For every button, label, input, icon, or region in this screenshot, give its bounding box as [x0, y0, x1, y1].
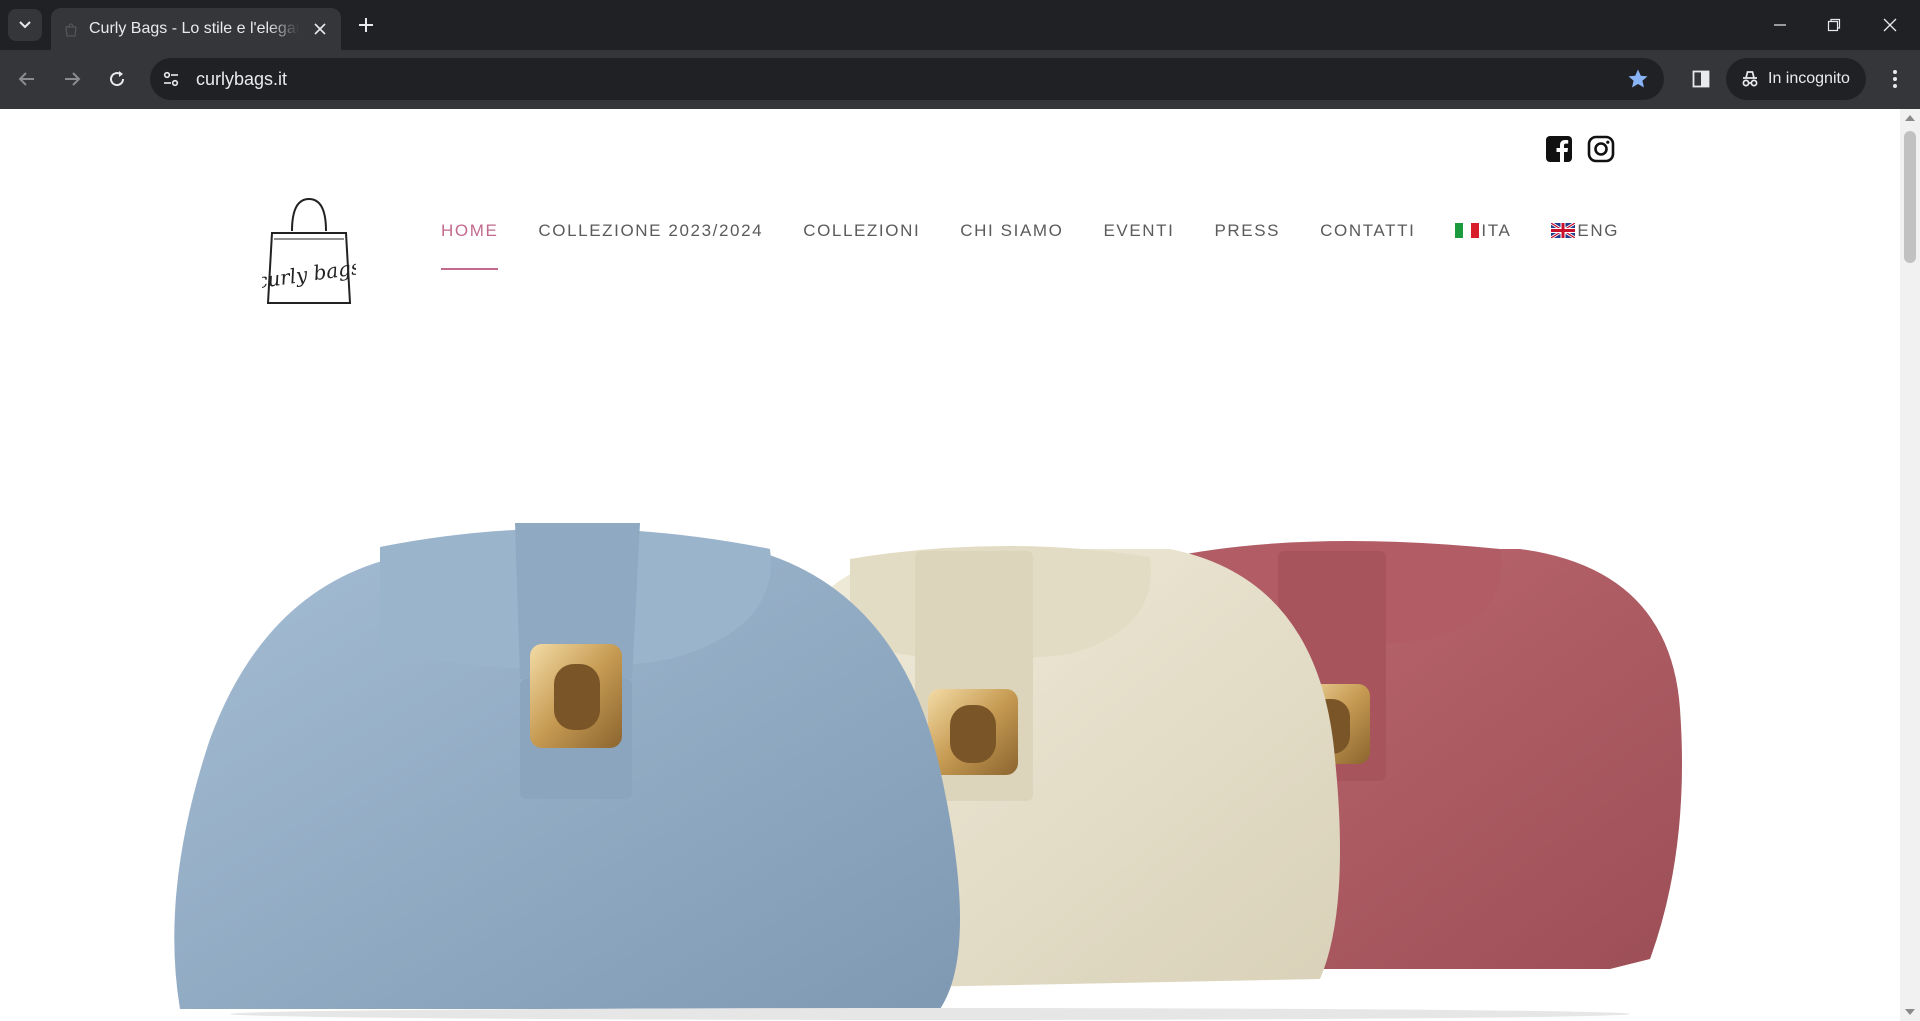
page-scrollbar[interactable] [1900, 109, 1920, 1021]
browser-toolbar: curlybags.it In incognito [0, 50, 1920, 109]
site-info-icon[interactable] [160, 68, 182, 90]
hero-image-bags [174, 523, 1682, 1020]
nav-contatti[interactable]: CONTATTI [1320, 221, 1415, 241]
main-navigation: HOME COLLEZIONE 2023/2024 COLLEZIONI CHI… [441, 221, 1659, 270]
incognito-icon [1742, 71, 1758, 87]
nav-language-eng[interactable]: ENG [1551, 221, 1619, 241]
nav-home[interactable]: HOME [441, 221, 499, 270]
web-page: curly bags HOME COLLEZIONE 2023/2024 COL… [0, 109, 1900, 1021]
logo-text: curly bags [262, 255, 356, 293]
nav-chi-siamo[interactable]: CHI SIAMO [960, 221, 1063, 241]
kebab-menu-icon [1893, 70, 1897, 88]
address-bar[interactable]: curlybags.it [150, 58, 1664, 100]
reload-icon [110, 71, 125, 87]
tab-search-button[interactable] [8, 9, 42, 41]
facebook-icon [1546, 136, 1572, 162]
side-panel-icon [1692, 70, 1710, 88]
restore-icon [1827, 18, 1841, 32]
close-icon [1883, 18, 1897, 32]
nav-collezione-2023-2024[interactable]: COLLEZIONE 2023/2024 [538, 221, 763, 241]
scroll-up-arrow-icon[interactable] [1905, 115, 1915, 121]
new-tab-button[interactable] [354, 13, 378, 37]
incognito-label: In incognito [1768, 70, 1850, 87]
plus-icon [359, 18, 373, 32]
minimize-icon [1774, 24, 1786, 26]
arrow-left-icon [18, 72, 34, 86]
instagram-link[interactable] [1587, 135, 1615, 163]
incognito-indicator[interactable]: In incognito [1726, 58, 1866, 100]
reload-button[interactable] [100, 62, 134, 96]
site-logo[interactable]: curly bags [255, 191, 362, 309]
back-button[interactable] [10, 62, 44, 96]
browser-menu-button[interactable] [1878, 62, 1912, 96]
close-tab-icon[interactable] [311, 20, 329, 38]
side-panel-button[interactable] [1684, 62, 1718, 96]
uk-flag-icon [1551, 223, 1576, 238]
url-text: curlybags.it [196, 69, 288, 89]
arrow-right-icon [65, 72, 81, 86]
instagram-icon [1587, 135, 1615, 163]
facebook-link[interactable] [1545, 135, 1573, 163]
forward-button[interactable] [55, 62, 89, 96]
chevron-down-icon [19, 21, 31, 29]
close-window-button[interactable] [1862, 0, 1918, 50]
nav-language-ita[interactable]: ITA [1455, 221, 1511, 241]
minimize-button[interactable] [1752, 0, 1808, 50]
scroll-down-arrow-icon[interactable] [1905, 1009, 1915, 1015]
bookmark-star-icon[interactable] [1626, 67, 1650, 91]
blue-bag [174, 523, 961, 1009]
italy-flag-icon [1455, 223, 1480, 238]
browser-tab-strip: Curly Bags - Lo stile e l'eleganza [0, 0, 1920, 50]
scrollbar-thumb[interactable] [1904, 131, 1916, 263]
tab-title: Curly Bags - Lo stile e l'eleganza [89, 20, 299, 37]
nav-press[interactable]: PRESS [1214, 221, 1280, 241]
nav-collezioni[interactable]: COLLEZIONI [803, 221, 920, 241]
nav-eventi[interactable]: EVENTI [1103, 221, 1174, 241]
bag-favicon-icon [65, 23, 77, 37]
active-tab[interactable]: Curly Bags - Lo stile e l'eleganza [51, 8, 341, 50]
restore-button[interactable] [1806, 0, 1862, 50]
